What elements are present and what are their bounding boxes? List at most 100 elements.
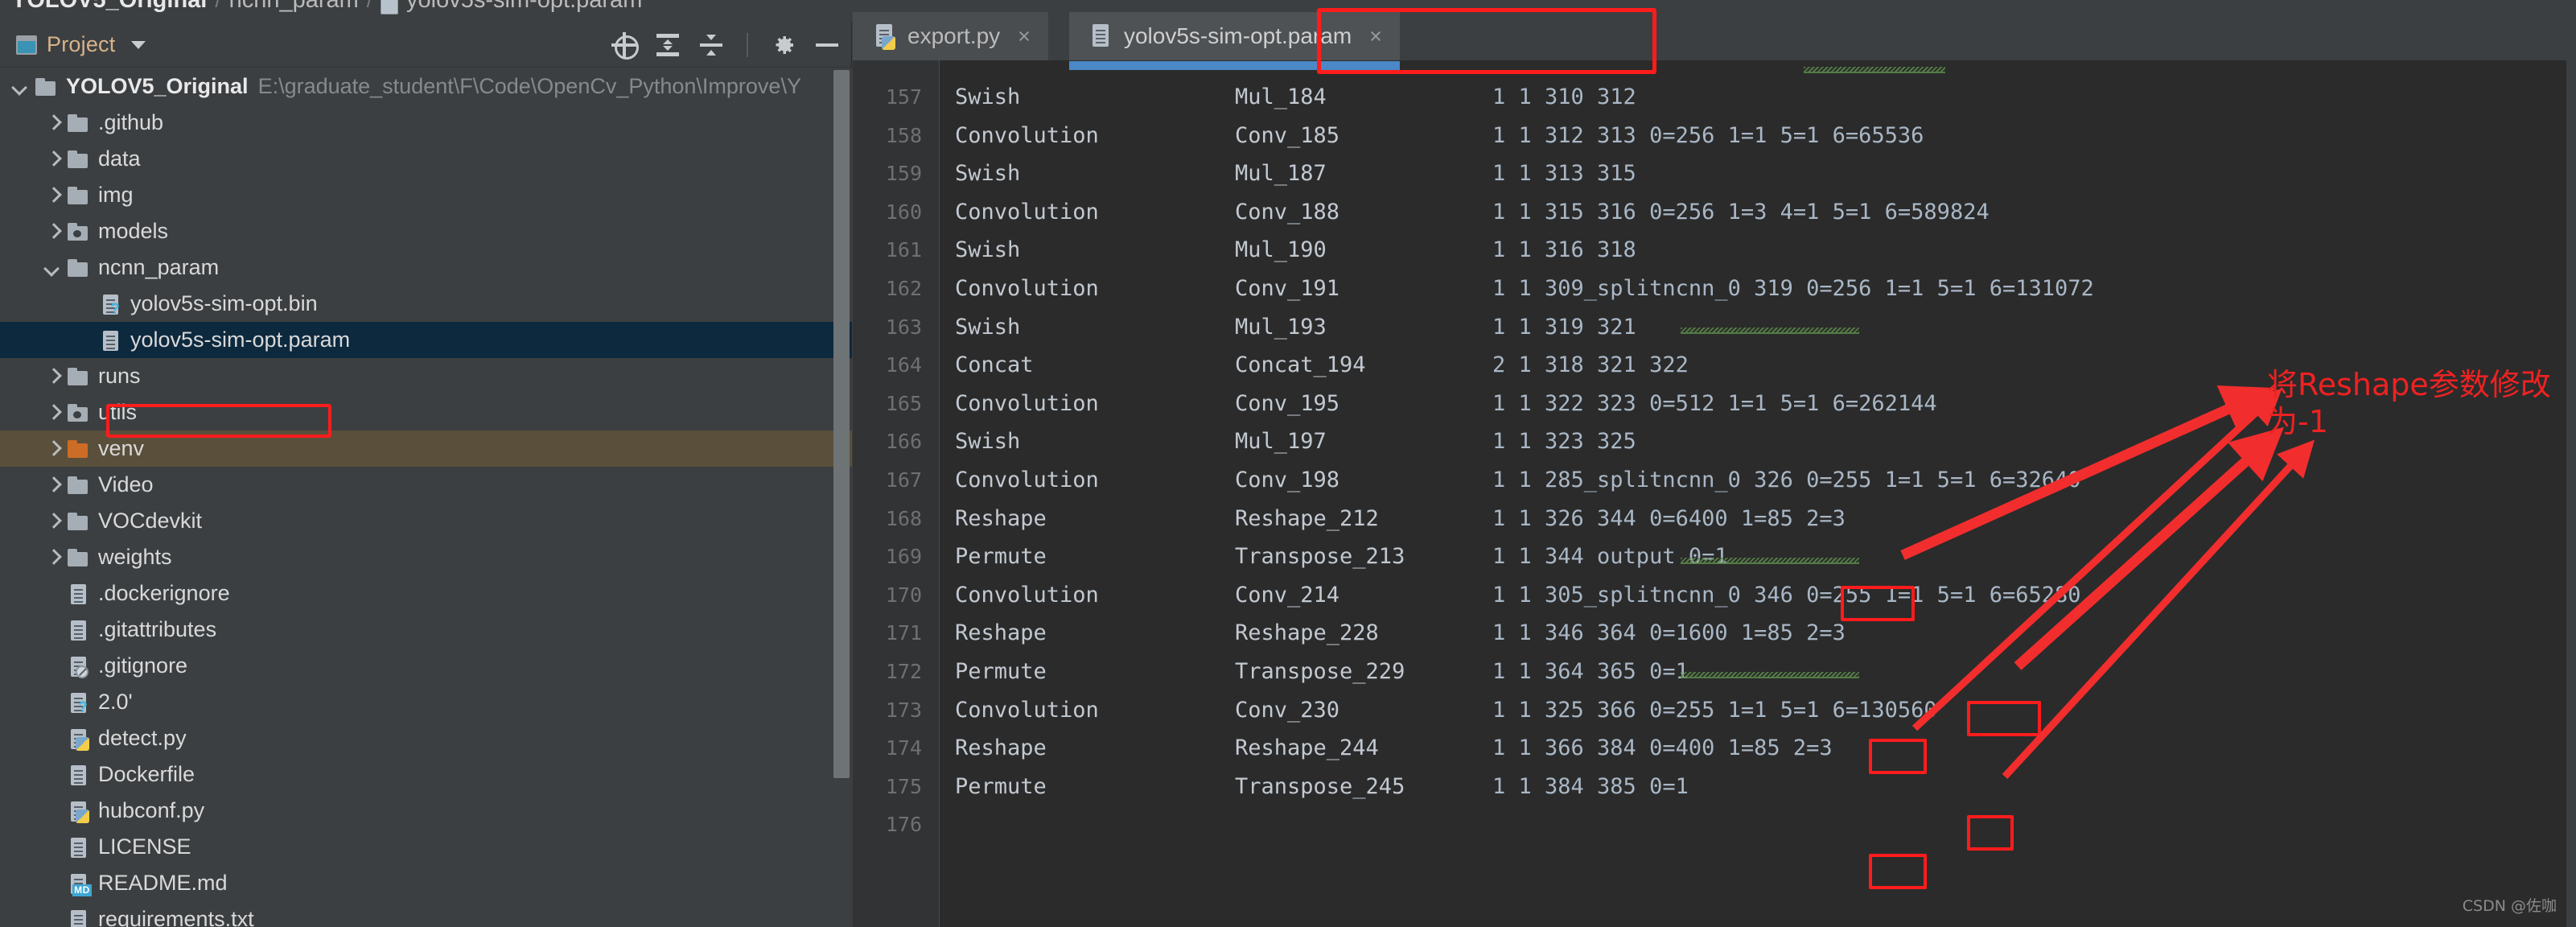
chevron-right-icon[interactable]: [43, 404, 61, 422]
tree-scrollbar[interactable]: [833, 70, 850, 778]
select-opened-file-icon[interactable]: [611, 32, 639, 60]
chevron-right-icon[interactable]: [43, 440, 61, 458]
tree-row[interactable]: img: [0, 177, 852, 213]
tab-label: export.py: [907, 23, 1001, 48]
chevron-right-icon[interactable]: [43, 150, 61, 168]
tree-item-label: models: [98, 219, 169, 243]
breadcrumb-item-file[interactable]: yolov5s-sim-opt.param: [406, 0, 642, 14]
code-line[interactable]: 161 Swish Mul_190 1 1 316 318: [853, 231, 2576, 270]
text-file-icon: [66, 835, 90, 859]
tree-row[interactable]: hubconf.py: [0, 793, 852, 829]
code-line[interactable]: 162 Convolution Conv_191 1 1 309_splitncnn_…: [853, 270, 2576, 308]
tree-row[interactable]: .github: [0, 105, 852, 141]
line-number: 170: [885, 583, 922, 607]
code-line[interactable]: 169 Permute Transpose_213 1 1 344 output 0=…: [853, 538, 2576, 576]
hide-window-icon[interactable]: [814, 32, 840, 58]
tree-row[interactable]: models: [0, 213, 852, 249]
tree-row[interactable]: ? 2.0': [0, 684, 852, 720]
tree-row[interactable]: requirements.txt: [0, 901, 852, 927]
project-tool-title-group[interactable]: Project: [0, 32, 146, 57]
code-line[interactable]: 171 Reshape Reshape_228 1 1 346 364 0=1600 …: [853, 614, 2576, 653]
code-line[interactable]: 167 Convolution Conv_198 1 1 285_splitncnn_…: [853, 461, 2576, 500]
tree-row[interactable]: ? yolov5s-sim-opt.bin: [0, 286, 852, 322]
layer-params: 1 1 309_splitncnn_0 319 0=256 1=1 5=1 6=…: [1492, 275, 2094, 301]
layer-params: 1 1 322 323 0=512 1=1 5=1 6=262144: [1492, 390, 1937, 416]
layer-name: Concat_194: [1235, 352, 1366, 378]
editor-code[interactable]: 157 Swish Mul_184 1 1 310 312 158 Convolution…: [853, 60, 2576, 927]
tree-row[interactable]: ncnn_param: [0, 249, 852, 286]
layer-name: Conv_198: [1235, 467, 1340, 492]
tree-row[interactable]: detect.py: [0, 720, 852, 756]
code-line[interactable]: 159 Swish Mul_187 1 1 313 315: [853, 154, 2576, 193]
chevron-right-icon[interactable]: [43, 368, 61, 385]
project-window-icon: [16, 35, 37, 55]
tree-row[interactable]: utils: [0, 394, 852, 431]
tree-row[interactable]: .dockerignore: [0, 575, 852, 612]
tree-item-label: 2.0': [98, 690, 133, 714]
tree-row[interactable]: yolov5s-sim-opt.param: [0, 322, 852, 358]
chevron-down-icon[interactable]: [131, 40, 146, 49]
close-icon[interactable]: ×: [1018, 25, 1031, 47]
code-line[interactable]: 173 Convolution Conv_230 1 1 325 366 0=255 …: [853, 691, 2576, 730]
layer-name: Conv_185: [1235, 122, 1340, 148]
chevron-down-icon[interactable]: [43, 259, 61, 277]
layer-params: 1 1 346 364 0=1600 1=85 2=3: [1492, 620, 1846, 646]
chevron-right-icon[interactable]: [43, 223, 61, 241]
tree-row[interactable]: MD README.md: [0, 865, 852, 901]
line-number: 176: [885, 813, 922, 837]
code-line[interactable]: 157 Swish Mul_184 1 1 310 312: [853, 78, 2576, 117]
expand-all-icon[interactable]: [655, 32, 681, 58]
layer-name: Mul_184: [1235, 84, 1327, 109]
tab-yolov5s-sim-opt-param[interactable]: yolov5s-sim-opt.param ×: [1068, 12, 1400, 70]
chevron-down-icon[interactable]: [11, 78, 29, 96]
tree-item-label: YOLOV5_Original: [66, 74, 249, 98]
breadcrumb-item-project[interactable]: YOLOV5_Original: [11, 0, 207, 14]
code-line[interactable]: 158 Convolution Conv_185 1 1 312 313 0=256 …: [853, 117, 2576, 155]
text-file-icon: [66, 908, 90, 927]
python-file-icon: [66, 727, 90, 751]
layer-type: Permute: [955, 544, 1047, 570]
toolbar-divider: [747, 33, 748, 57]
code-line[interactable]: 176: [853, 805, 2576, 844]
tree-item-label: .github: [98, 110, 164, 134]
code-line[interactable]: 170 Convolution Conv_214 1 1 305_splitncnn_…: [853, 576, 2576, 615]
layer-type: Reshape: [955, 735, 1047, 761]
folder-icon: [66, 365, 90, 389]
chevron-right-icon[interactable]: [43, 114, 61, 132]
code-line[interactable]: 168 Reshape Reshape_212 1 1 326 344 0=6400 …: [853, 500, 2576, 538]
breadcrumb-item-folder[interactable]: ncnn_param: [229, 0, 359, 14]
project-tree[interactable]: YOLOV5_Original E:\graduate_student\F\Co…: [0, 68, 852, 927]
code-line[interactable]: 160 Convolution Conv_188 1 1 315 316 0=256 …: [853, 193, 2576, 232]
layer-params: 1 1 315 316 0=256 1=3 4=1 5=1 6=589824: [1492, 199, 1990, 225]
chevron-right-icon[interactable]: [43, 476, 61, 494]
close-icon[interactable]: ×: [1369, 25, 1382, 47]
tree-row[interactable]: venv: [0, 431, 852, 467]
source-folder-icon: [66, 220, 90, 244]
collapse-all-icon[interactable]: [698, 32, 724, 58]
tree-row[interactable]: .gitignore: [0, 648, 852, 684]
chevron-right-icon[interactable]: [43, 187, 61, 204]
inspection-squiggle: [1681, 558, 1859, 564]
tree-row[interactable]: Dockerfile: [0, 756, 852, 793]
chevron-right-icon[interactable]: [43, 513, 61, 530]
code-line[interactable]: 174 Reshape Reshape_244 1 1 366 384 0=400 1…: [853, 729, 2576, 768]
gear-icon[interactable]: [771, 32, 796, 58]
tree-item-label: ncnn_param: [98, 255, 220, 279]
tab-export-py[interactable]: export.py ×: [853, 12, 1048, 60]
tree-row[interactable]: data: [0, 141, 852, 177]
folder-icon: [66, 183, 90, 208]
code-line[interactable]: 175 Permute Transpose_245 1 1 384 385 0=1: [853, 768, 2576, 806]
tree-row[interactable]: VOCdevkit: [0, 503, 852, 539]
line-number: 159: [885, 162, 922, 186]
tree-row[interactable]: .gitattributes: [0, 612, 852, 648]
tree-row-root[interactable]: YOLOV5_Original E:\graduate_student\F\Co…: [0, 68, 852, 105]
tree-row[interactable]: LICENSE: [0, 829, 852, 865]
tree-row[interactable]: runs: [0, 358, 852, 394]
tree-row[interactable]: weights: [0, 539, 852, 575]
layer-type: Convolution: [955, 122, 1099, 148]
chevron-right-icon[interactable]: [43, 549, 61, 566]
tree-row[interactable]: Video: [0, 467, 852, 503]
